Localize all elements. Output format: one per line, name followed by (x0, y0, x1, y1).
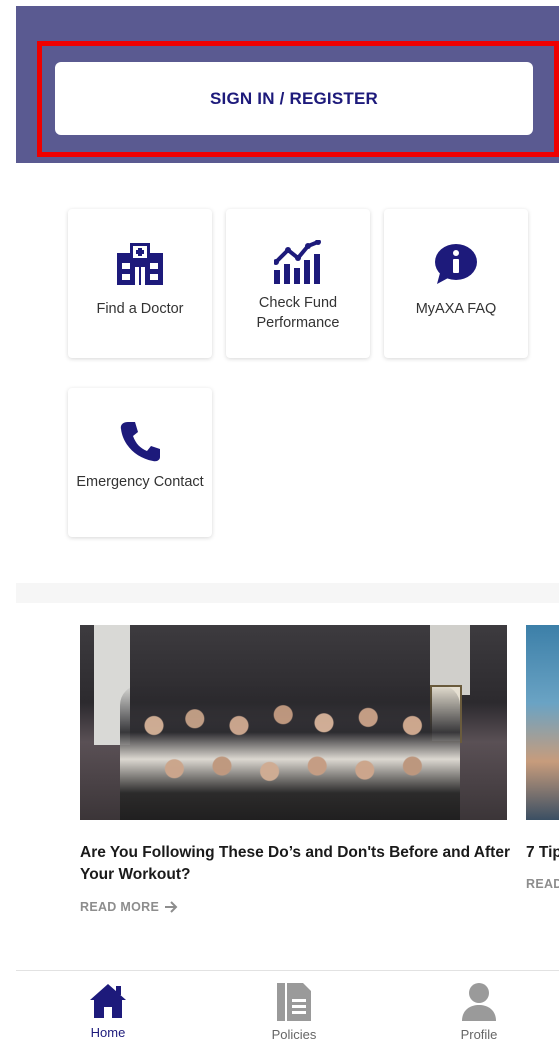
tile-label: MyAXA FAQ (415, 301, 497, 317)
section-divider (16, 583, 559, 603)
fund-chart-icon (274, 237, 322, 287)
tile-label: Find a Doctor (96, 301, 184, 317)
article-image-workout[interactable] (526, 625, 559, 820)
tile-emergency-contact[interactable]: Emergency Contact (68, 388, 212, 537)
article-image-group-fitness[interactable] (80, 625, 507, 820)
info-bubble-icon (434, 239, 478, 289)
home-icon (90, 984, 126, 1018)
tile-myaxa-faq[interactable]: MyAXA FAQ (384, 209, 528, 358)
tab-label: Profile (460, 1027, 498, 1042)
tab-profile[interactable]: Profile (434, 983, 524, 1042)
tab-label: Home (90, 1025, 126, 1040)
tile-check-fund-performance[interactable]: Check Fund Performance (226, 209, 370, 358)
tile-label: Emergency Contact (76, 474, 204, 490)
article-title[interactable]: 7 Tip (526, 842, 559, 864)
read-more-link[interactable]: READ (526, 877, 559, 891)
arrow-right-icon (165, 901, 178, 913)
signin-register-button[interactable]: SIGN IN / REGISTER (55, 62, 533, 135)
tab-home[interactable]: Home (63, 983, 153, 1040)
photo-crowd (120, 685, 460, 820)
document-icon (277, 983, 311, 1021)
hospital-icon (117, 239, 163, 289)
phone-icon (120, 416, 160, 466)
bottom-tab-bar: Home Policies Profile (16, 970, 559, 1043)
tile-find-a-doctor[interactable]: Find a Doctor (68, 209, 212, 358)
tile-label: Check Fund Performance (256, 295, 340, 331)
tab-policies[interactable]: Policies (249, 983, 339, 1042)
article-title[interactable]: Are You Following These Do’s and Don'ts … (80, 842, 510, 886)
tab-label: Policies (271, 1027, 317, 1042)
read-more-label: READ MORE (80, 900, 160, 914)
person-icon (462, 983, 496, 1021)
read-more-link[interactable]: READ MORE (80, 900, 178, 914)
